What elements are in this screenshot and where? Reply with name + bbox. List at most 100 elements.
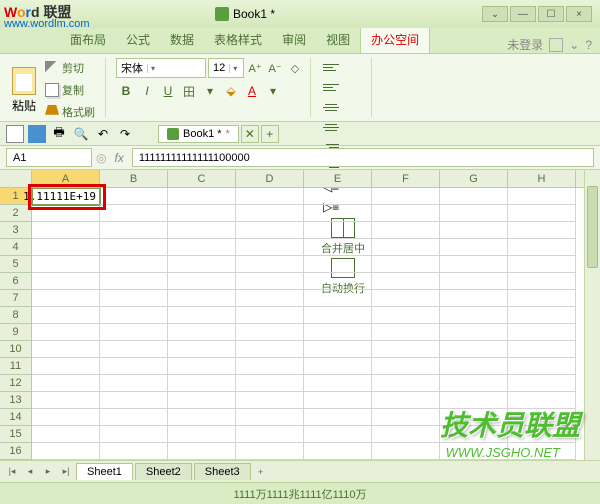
row-header[interactable]: 13 bbox=[0, 392, 32, 409]
menu-mini-1[interactable] bbox=[549, 38, 563, 52]
cell[interactable] bbox=[508, 239, 576, 256]
col-header-e[interactable]: E bbox=[304, 170, 372, 187]
cell[interactable] bbox=[372, 375, 440, 392]
cell[interactable] bbox=[32, 392, 100, 409]
menu-data[interactable]: 数据 bbox=[160, 26, 204, 53]
cell[interactable] bbox=[440, 426, 508, 443]
row-header[interactable]: 11 bbox=[0, 358, 32, 375]
vertical-scrollbar[interactable] bbox=[584, 170, 600, 460]
cell[interactable] bbox=[100, 358, 168, 375]
menu-dropdown-1[interactable]: ⌄ bbox=[569, 38, 579, 52]
cell[interactable] bbox=[100, 375, 168, 392]
cell[interactable] bbox=[304, 239, 372, 256]
cell[interactable] bbox=[304, 256, 372, 273]
cell[interactable] bbox=[32, 205, 100, 222]
cell[interactable] bbox=[236, 409, 304, 426]
cell[interactable] bbox=[372, 426, 440, 443]
cell[interactable] bbox=[32, 426, 100, 443]
fill-color-button[interactable]: ⬙ bbox=[221, 81, 241, 101]
cell[interactable] bbox=[168, 443, 236, 460]
cell[interactable] bbox=[304, 443, 372, 460]
add-tab-button[interactable]: + bbox=[261, 125, 279, 143]
cell[interactable] bbox=[372, 205, 440, 222]
cell[interactable] bbox=[32, 324, 100, 341]
cell[interactable] bbox=[440, 307, 508, 324]
font-color-button[interactable]: A bbox=[242, 81, 262, 101]
cell[interactable] bbox=[168, 426, 236, 443]
maximize-button[interactable]: ☐ bbox=[538, 6, 564, 22]
cell[interactable] bbox=[508, 324, 576, 341]
qat-new-button[interactable] bbox=[6, 125, 24, 143]
font-name-combo[interactable]: 宋体▾ bbox=[116, 58, 206, 78]
close-tab-button[interactable]: * bbox=[226, 128, 230, 140]
cell[interactable] bbox=[32, 307, 100, 324]
col-header-g[interactable]: G bbox=[440, 170, 508, 187]
prev-sheet-button[interactable]: ◂ bbox=[22, 464, 38, 480]
cell[interactable] bbox=[32, 290, 100, 307]
cell[interactable] bbox=[32, 239, 100, 256]
cell[interactable] bbox=[168, 222, 236, 239]
cell[interactable] bbox=[32, 273, 100, 290]
cell[interactable] bbox=[100, 273, 168, 290]
cell[interactable] bbox=[440, 409, 508, 426]
qat-save-button[interactable] bbox=[28, 125, 46, 143]
cell[interactable] bbox=[508, 358, 576, 375]
cell[interactable] bbox=[304, 341, 372, 358]
cell[interactable] bbox=[100, 222, 168, 239]
cell[interactable] bbox=[236, 256, 304, 273]
font-size-combo[interactable]: 12▾ bbox=[208, 58, 244, 78]
italic-button[interactable]: I bbox=[137, 81, 157, 101]
cell[interactable] bbox=[508, 256, 576, 273]
cell[interactable] bbox=[236, 239, 304, 256]
qat-undo-button[interactable]: ↶ bbox=[94, 125, 112, 143]
align-middle-button[interactable] bbox=[321, 98, 341, 116]
cell[interactable] bbox=[236, 307, 304, 324]
cell[interactable] bbox=[168, 188, 236, 205]
cell[interactable] bbox=[440, 188, 508, 205]
cell[interactable] bbox=[168, 256, 236, 273]
row-header[interactable]: 9 bbox=[0, 324, 32, 341]
cell[interactable] bbox=[508, 205, 576, 222]
sheet-tab-2[interactable]: Sheet2 bbox=[135, 463, 192, 480]
cell[interactable] bbox=[168, 307, 236, 324]
cell[interactable] bbox=[440, 222, 508, 239]
cut-button[interactable]: 剪切 bbox=[41, 58, 99, 78]
cell[interactable] bbox=[100, 256, 168, 273]
row-header[interactable]: 8 bbox=[0, 307, 32, 324]
menu-dropdown-2[interactable]: ? bbox=[585, 38, 592, 52]
row-header[interactable]: 16 bbox=[0, 443, 32, 460]
cell[interactable] bbox=[32, 256, 100, 273]
cell[interactable] bbox=[440, 324, 508, 341]
cell[interactable] bbox=[372, 239, 440, 256]
align-center-button[interactable] bbox=[321, 118, 341, 136]
cell[interactable] bbox=[32, 443, 100, 460]
next-sheet-button[interactable]: ▸ bbox=[40, 464, 56, 480]
cell[interactable] bbox=[304, 392, 372, 409]
cell[interactable] bbox=[100, 290, 168, 307]
cell[interactable] bbox=[304, 358, 372, 375]
menu-view[interactable]: 视图 bbox=[316, 26, 360, 53]
cancel-icon[interactable]: ◎ bbox=[96, 151, 106, 165]
cell[interactable] bbox=[100, 307, 168, 324]
cell[interactable] bbox=[100, 239, 168, 256]
cell[interactable] bbox=[372, 341, 440, 358]
cell[interactable] bbox=[236, 222, 304, 239]
document-tab[interactable]: Book1 * * bbox=[158, 125, 239, 143]
cell[interactable] bbox=[440, 273, 508, 290]
bold-button[interactable]: B bbox=[116, 81, 136, 101]
cell[interactable] bbox=[168, 375, 236, 392]
cell[interactable] bbox=[304, 188, 372, 205]
format-painter-button[interactable]: 格式刷 bbox=[41, 102, 99, 122]
cell[interactable] bbox=[168, 273, 236, 290]
row-header[interactable]: 7 bbox=[0, 290, 32, 307]
cell[interactable] bbox=[100, 324, 168, 341]
underline-button[interactable]: U bbox=[158, 81, 178, 101]
qat-preview-button[interactable]: 🔍 bbox=[72, 125, 90, 143]
menu-office-space[interactable]: 办公空间 bbox=[360, 25, 430, 53]
col-header-f[interactable]: F bbox=[372, 170, 440, 187]
cell[interactable] bbox=[440, 239, 508, 256]
col-header-a[interactable]: A bbox=[32, 170, 100, 187]
row-header[interactable]: 6 bbox=[0, 273, 32, 290]
cell[interactable] bbox=[168, 324, 236, 341]
row-header[interactable]: 10 bbox=[0, 341, 32, 358]
